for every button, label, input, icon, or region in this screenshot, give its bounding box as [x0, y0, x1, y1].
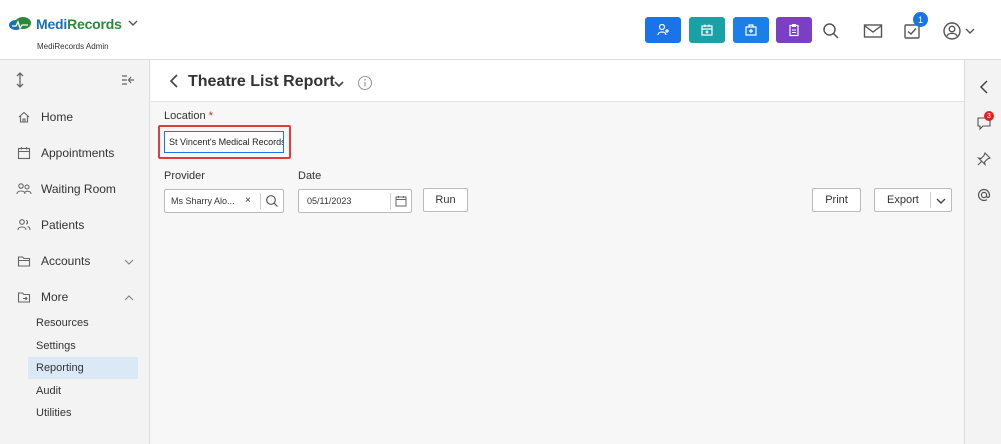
search-icon: [823, 23, 839, 39]
clipboard-button[interactable]: [776, 17, 812, 43]
sidebar-subitem-reporting[interactable]: Reporting: [28, 357, 138, 379]
sidebar-toolbar: [0, 60, 150, 100]
user-avatar-icon: [942, 22, 961, 40]
main-content: Theatre List Report: [151, 60, 964, 444]
provider-label: Provider: [164, 170, 205, 182]
sidebar-item-appointments[interactable]: Appointments: [0, 135, 150, 171]
expand-panel-chevron-icon[interactable]: [975, 78, 993, 96]
date-label: Date: [298, 170, 322, 182]
sidebar-item-label: Accounts: [41, 254, 91, 268]
chevron-down-icon: [128, 18, 138, 30]
clipboard-icon: [789, 23, 799, 37]
back-chevron-icon[interactable]: [169, 74, 179, 91]
info-icon[interactable]: [357, 75, 373, 94]
collapse-sidebar-icon[interactable]: [121, 73, 135, 90]
location-label-text: Location: [164, 110, 206, 122]
messages-button[interactable]: [859, 17, 887, 45]
chevron-down-icon[interactable]: [936, 196, 946, 208]
search-button[interactable]: [817, 17, 845, 45]
home-icon: [16, 109, 32, 125]
export-button[interactable]: Export: [874, 188, 952, 212]
provider-field[interactable]: Ms Sharry Alo... ×: [164, 189, 284, 213]
sidebar-subitem-settings[interactable]: Settings: [28, 335, 138, 357]
chevron-down-icon: [124, 255, 134, 269]
required-mark: *: [208, 110, 213, 122]
sidebar-subitem-utilities[interactable]: Utilities: [28, 402, 138, 424]
medical-kit-icon: [745, 24, 757, 36]
provider-value: Ms Sharry Alo...: [171, 196, 235, 206]
notification-badge: 3: [984, 111, 994, 121]
chevron-down-icon[interactable]: [334, 77, 344, 91]
sidebar-item-accounts[interactable]: Accounts: [0, 243, 150, 279]
medical-kit-button[interactable]: [733, 17, 769, 43]
brand-name: MediRecords: [36, 16, 122, 32]
right-rail: [964, 60, 1001, 444]
print-button[interactable]: Print: [812, 188, 861, 212]
sidebar-item-home[interactable]: Home: [0, 99, 150, 135]
sidebar-item-label: Patients: [41, 218, 85, 232]
people-icon: [16, 181, 32, 197]
add-patient-button[interactable]: [645, 17, 681, 43]
page-title: Theatre List Report: [188, 73, 335, 90]
folder-icon: [16, 253, 32, 269]
new-appointment-button[interactable]: [689, 17, 725, 43]
sidebar-item-patients[interactable]: Patients: [0, 207, 150, 243]
sidebar-subitem-audit[interactable]: Audit: [28, 380, 138, 402]
page-title-bar: Theatre List Report: [151, 60, 964, 102]
top-header: MediRecords MediRecords Admin 1: [0, 0, 1001, 60]
chevron-down-icon: [965, 28, 974, 34]
location-field[interactable]: St Vincent's Medical Records: [164, 131, 284, 153]
sidebar-item-label: Waiting Room: [41, 182, 116, 196]
calendar-icon[interactable]: [395, 195, 407, 210]
sidebar-item-label: More: [41, 290, 69, 304]
pin-icon[interactable]: [975, 150, 993, 168]
date-field[interactable]: 05/11/2023: [298, 189, 412, 213]
sidebar-item-label: Appointments: [41, 146, 115, 160]
export-label: Export: [887, 194, 919, 206]
divider: [390, 193, 391, 209]
search-icon[interactable]: [265, 194, 279, 211]
task-count-badge: 1: [913, 12, 928, 27]
divider: [930, 192, 931, 208]
calendar-icon: [16, 145, 32, 161]
sidebar-item-label: Home: [41, 110, 74, 124]
users-icon: [16, 217, 32, 233]
mention-icon[interactable]: [975, 186, 993, 204]
calendar-icon: [701, 24, 713, 36]
sidebar-item-waiting-room[interactable]: Waiting Room: [0, 171, 150, 207]
sidebar: Home Appointments Waiting Room Patients …: [0, 60, 150, 444]
clear-provider-icon[interactable]: ×: [245, 195, 251, 206]
brand-subtitle: MediRecords Admin: [37, 42, 109, 51]
date-value: 05/11/2023: [307, 196, 352, 206]
add-patient-icon: [657, 23, 669, 36]
run-button[interactable]: Run: [423, 188, 468, 212]
brand-switcher[interactable]: MediRecords: [8, 16, 138, 32]
folder-arrow-icon: [16, 289, 32, 305]
sidebar-item-more[interactable]: More: [0, 279, 150, 315]
user-menu-button[interactable]: [938, 17, 978, 45]
divider: [260, 193, 261, 209]
expand-vertical-icon[interactable]: [15, 72, 25, 91]
sidebar-subitem-resources[interactable]: Resources: [28, 312, 138, 334]
chevron-up-icon: [124, 291, 134, 305]
logo-cloud-icon: [8, 16, 32, 32]
mail-icon: [863, 24, 883, 38]
location-label: Location *: [164, 110, 213, 122]
